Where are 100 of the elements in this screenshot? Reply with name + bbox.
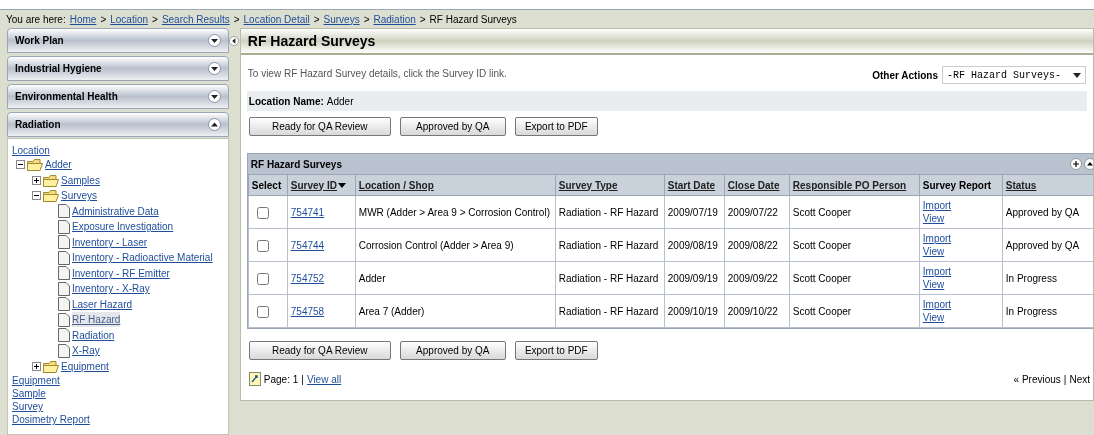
tree-item[interactable]: Inventory - Radioactive Material [72, 250, 213, 266]
breadcrumb-link[interactable]: Location [110, 11, 149, 27]
location-name-value: Adder [326, 94, 354, 109]
expand-icon[interactable] [207, 90, 221, 103]
table-cell: In Progress [1005, 272, 1057, 284]
table-cell: In Progress [1005, 305, 1057, 317]
tree-item[interactable]: Inventory - X-Ray [72, 281, 150, 297]
action-button[interactable]: Export to PDF [514, 340, 598, 360]
breadcrumb-separator: > [233, 12, 240, 27]
breadcrumb-separator: > [152, 12, 158, 27]
tree-link[interactable]: Location [12, 144, 228, 157]
tree-item[interactable]: Inventory - Laser [72, 234, 148, 250]
other-actions-label: Other Actions [872, 68, 938, 83]
breadcrumb-separator: > [419, 12, 426, 27]
previous-link[interactable]: « Previous [1013, 371, 1061, 387]
table-cell: 2009/07/19 [667, 206, 718, 218]
table-cell: 2009/08/22 [727, 239, 778, 251]
tree-item[interactable]: Laser Hazard [72, 296, 133, 312]
action-button[interactable]: Ready for QA Review [248, 340, 391, 360]
table-cell: 2009/09/19 [667, 272, 718, 284]
sidebar-link[interactable]: Equipment [12, 374, 60, 387]
table-cell: Scott Cooper [792, 305, 852, 317]
breadcrumb-separator: > [363, 12, 370, 27]
expand-icon[interactable] [207, 34, 221, 47]
report-link[interactable]: Import [922, 199, 999, 212]
report-link[interactable]: Import [922, 298, 999, 311]
report-link[interactable]: View [922, 212, 999, 225]
report-link[interactable]: View [922, 311, 999, 324]
breadcrumb-link[interactable]: Search Results [161, 11, 230, 27]
page-icon [58, 219, 70, 234]
page-icon [58, 235, 70, 250]
survey-id-link[interactable]: 754744 [290, 239, 325, 251]
column-header[interactable]: Survey Type [555, 174, 665, 196]
accordion-header[interactable]: Work Plan [7, 28, 229, 53]
tree-item[interactable]: Equipment [61, 358, 109, 374]
select-checkbox[interactable] [256, 206, 269, 219]
column-header[interactable]: Location / Shop [355, 174, 556, 196]
table-cell: 2009/10/19 [667, 305, 718, 317]
column-header[interactable]: Responsible PO Person [789, 174, 920, 196]
page-link-icon [248, 372, 261, 386]
tree-item[interactable]: Samples [61, 172, 100, 188]
page-icon [58, 204, 70, 219]
collapse-icon[interactable] [207, 118, 221, 131]
instructions-text: To view RF Hazard Survey details, click the Survey ID link. [247, 66, 507, 81]
sidebar-link[interactable]: Survey [12, 400, 44, 413]
select-checkbox[interactable] [256, 305, 269, 318]
action-button[interactable]: Approved by QA [399, 340, 506, 360]
select-checkbox[interactable] [256, 272, 269, 285]
accordion-header[interactable]: Industrial Hygiene [7, 56, 229, 81]
add-icon[interactable] [1069, 158, 1082, 170]
tree-item[interactable]: Inventory - RF Emitter [72, 265, 170, 281]
table-cell: 2009/08/19 [667, 239, 718, 251]
tree-item[interactable]: Exposure Investigation [72, 219, 174, 235]
column-header[interactable]: Survey ID [287, 174, 356, 196]
breadcrumb-link[interactable]: Surveys [323, 11, 360, 27]
sort-descending-icon[interactable] [337, 183, 346, 189]
expand-icon[interactable] [32, 361, 41, 371]
page-icon [58, 297, 70, 312]
collapse-icon[interactable] [16, 160, 25, 170]
collapse-icon[interactable] [1083, 158, 1093, 170]
column-header[interactable]: Close Date [724, 174, 790, 196]
survey-id-link[interactable]: 754752 [290, 272, 325, 284]
table-cell: Scott Cooper [792, 272, 852, 284]
survey-id-link[interactable]: 754758 [290, 305, 325, 317]
survey-id-link[interactable]: 754741 [290, 206, 325, 218]
report-link[interactable]: View [922, 278, 999, 291]
collapse-sidebar-icon[interactable] [228, 34, 239, 48]
column-header[interactable]: Status [1002, 174, 1093, 196]
action-button[interactable]: Ready for QA Review [248, 116, 391, 136]
accordion-header[interactable]: Environmental Health [7, 84, 229, 109]
folder-icon [43, 173, 59, 187]
other-actions-dropdown[interactable]: -RF Hazard Surveys- [942, 66, 1086, 84]
tree-item[interactable]: X-Ray [72, 343, 100, 359]
tree-item[interactable]: Surveys [61, 188, 98, 204]
report-link[interactable]: View [922, 245, 999, 258]
column-header[interactable]: Start Date [664, 174, 725, 196]
table-cell: 2009/09/22 [727, 272, 778, 284]
breadcrumb-link[interactable]: Radiation [373, 11, 416, 27]
expand-icon[interactable] [32, 175, 41, 185]
action-button[interactable]: Export to PDF [514, 116, 598, 136]
breadcrumb-link[interactable]: Home [69, 11, 97, 27]
select-checkbox[interactable] [256, 239, 269, 252]
expand-icon[interactable] [207, 62, 221, 75]
sidebar-link[interactable]: Sample [12, 387, 46, 400]
collapse-icon[interactable] [32, 191, 41, 201]
page-icon [58, 281, 70, 296]
tree-item[interactable]: Administrative Data [72, 203, 159, 219]
sidebar-link[interactable]: Dosimetry Report [12, 413, 90, 426]
view-all-link[interactable]: View all [306, 371, 342, 387]
tree-item[interactable]: Adder [45, 157, 72, 173]
breadcrumb-link[interactable]: Location Detail [243, 11, 310, 27]
tree-item[interactable]: RF Hazard [72, 312, 121, 328]
report-link[interactable]: Import [922, 265, 999, 278]
accordion-header[interactable]: Radiation [7, 112, 229, 137]
report-link[interactable]: Import [922, 232, 999, 245]
next-link[interactable]: Next [1069, 371, 1090, 387]
page-icon [58, 312, 70, 327]
folder-icon [43, 189, 59, 203]
tree-item[interactable]: Radiation [72, 327, 115, 343]
action-button[interactable]: Approved by QA [399, 116, 506, 136]
